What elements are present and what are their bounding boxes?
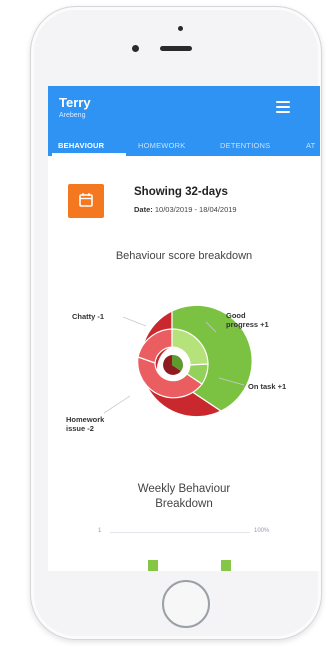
front-camera xyxy=(132,45,139,52)
weekly-bar xyxy=(221,560,231,571)
proximity-sensor xyxy=(178,26,183,31)
weekly-chart-title: Weekly Behaviour Breakdown xyxy=(104,482,264,512)
label-good-progress: Good progress +1 xyxy=(226,311,269,329)
phone-screen: Terry Arebeng BEHAVIOUR HOMEWORK DETENTI… xyxy=(48,86,320,571)
weekly-bar xyxy=(148,560,158,571)
home-button[interactable] xyxy=(162,580,210,628)
weekly-axis-line xyxy=(110,532,250,533)
label-homework-issue: Homework issue -2 xyxy=(66,415,105,433)
weekly-axis-min: 1 xyxy=(98,528,102,534)
weekly-axis-max: 100% xyxy=(254,528,270,534)
earpiece-speaker xyxy=(160,46,192,51)
label-chatty: Chatty -1 xyxy=(72,312,105,321)
weekly-title-line1: Weekly Behaviour xyxy=(137,483,231,495)
label-on-task: On task +1 xyxy=(248,382,287,391)
weekly-title-line2: Breakdown xyxy=(155,498,213,510)
